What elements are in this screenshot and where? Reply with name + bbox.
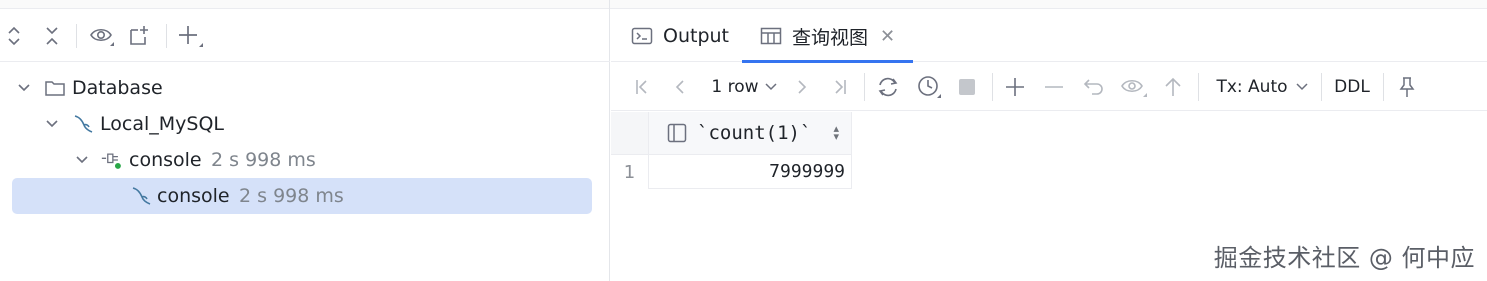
delete-row-icon[interactable] [1042,73,1066,101]
row-number: 1 [611,155,649,189]
close-icon[interactable]: ✕ [880,26,895,47]
toolbar-separator [1383,73,1384,101]
refresh-icon[interactable] [875,73,901,101]
table-icon [760,25,782,47]
column-header[interactable]: `count(1)` ▴ ▾ [649,112,852,155]
toolbar-separator [166,24,167,48]
tree-node-console-session[interactable]: console 2 s 998 ms [0,142,610,178]
result-toolbar: 1 row Tx: Auto DDL [611,63,1487,111]
first-page-icon[interactable] [631,73,653,101]
tree-node-duration: 2 s 998 ms [211,149,316,171]
toolbar-separator [992,73,993,101]
pin-icon[interactable] [1395,73,1419,101]
row-count-label: 1 row [711,77,759,97]
watermark: 掘金技术社区 @ 何中应 [1213,244,1475,272]
chevron-down-icon [765,83,777,91]
console-icon [631,25,653,47]
table-cell[interactable]: 7999999 [649,155,852,189]
tool-window-tabs: Output 查询视图 ✕ [611,10,1487,63]
column-header-label: `count(1)` [697,122,812,144]
chevron-down-icon[interactable] [74,152,90,168]
collapse-all-icon[interactable] [38,22,66,50]
preview-icon[interactable] [1120,73,1148,101]
stop-icon[interactable] [955,73,979,101]
toolbar-separator [1198,73,1199,101]
next-page-icon[interactable] [791,73,813,101]
tab-output[interactable]: Output [631,10,729,62]
eye-icon[interactable] [88,22,116,50]
ddl-button[interactable]: DDL [1331,73,1373,101]
expand-all-icon[interactable] [0,22,28,50]
tab-query-view[interactable]: 查询视图 ✕ [742,10,914,63]
database-explorer-panel: Database Local_MySQL console 2 s 998 ms [0,0,610,281]
toolbar-separator [864,73,865,101]
tree-node-local-mysql[interactable]: Local_MySQL [0,106,610,142]
chevron-down-icon [1295,83,1308,91]
tab-label: 查询视图 [792,26,869,49]
grid-corner [611,112,649,155]
tree-node-database[interactable]: Database [0,70,610,106]
tree-node-label: console [129,149,202,171]
chevron-down-icon[interactable] [16,80,32,96]
history-icon[interactable] [915,73,943,101]
folder-icon [44,77,66,99]
session-icon [101,149,123,171]
toolbar-separator [1321,73,1322,101]
last-page-icon[interactable] [829,73,851,101]
transaction-mode-dropdown[interactable]: Tx: Auto [1215,73,1309,101]
column-icon [667,123,687,143]
plus-icon[interactable] [176,22,204,50]
explorer-toolbar [0,10,610,62]
ddl-label: DDL [1334,77,1370,97]
tree-node-label: console [157,185,230,207]
tab-label: Output [663,25,729,47]
tree-node-console[interactable]: console 2 s 998 ms [0,178,610,214]
toolbar-separator [76,24,77,48]
mysql-dolphin-icon [72,113,94,135]
prev-page-icon[interactable] [669,73,691,101]
tree-node-duration: 2 s 998 ms [239,185,344,207]
transaction-mode-label: Tx: Auto [1216,77,1288,97]
row-count-dropdown[interactable]: 1 row [709,73,779,101]
new-tab-icon[interactable] [126,22,154,50]
chevron-down-icon[interactable] [44,116,60,132]
add-row-icon[interactable] [1003,73,1027,101]
revert-icon[interactable] [1082,73,1106,101]
sort-icon[interactable]: ▴ ▾ [833,123,839,142]
tree-node-label: Local_MySQL [100,113,224,135]
tree-node-label: Database [72,77,163,99]
ide-window: Database Local_MySQL console 2 s 998 ms [0,0,1487,281]
mysql-dolphin-icon [130,185,152,207]
submit-icon[interactable] [1161,73,1185,101]
